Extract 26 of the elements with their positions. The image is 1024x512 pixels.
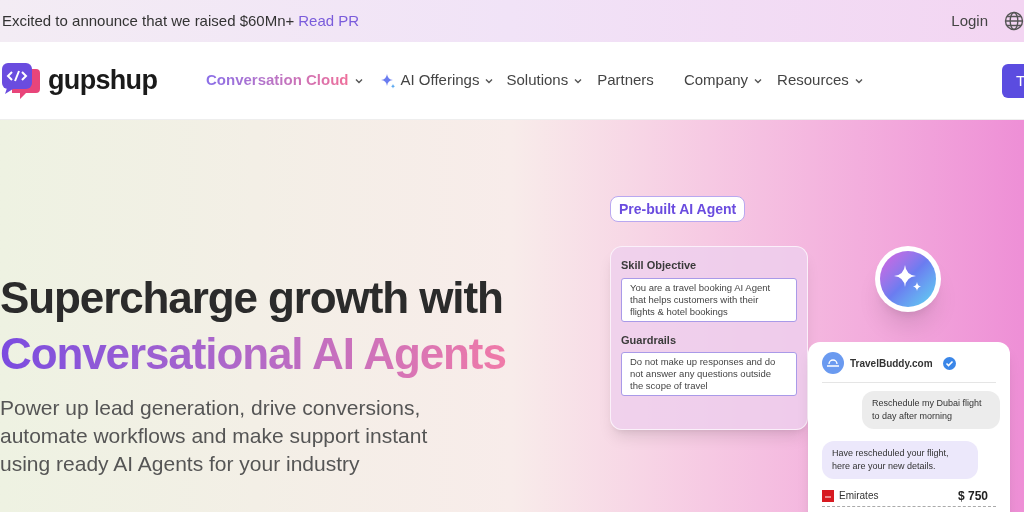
nav-item[interactable]: Resources: [777, 69, 864, 92]
agent-badge: Pre-built AI Agent: [610, 196, 746, 222]
avatar-icon: [822, 352, 844, 374]
nav-item[interactable]: Solutions: [506, 69, 584, 92]
nav-item[interactable]: AI Offerings: [379, 69, 495, 92]
logo-text[interactable]: gupshup: [48, 60, 158, 101]
hero-subtitle: Power up lead generation, drive conversions, automate workflows and make support instant using ready AI Agents for your industry: [0, 395, 429, 477]
airline-name: Emirates: [839, 489, 879, 503]
read-pr-link[interactable]: Read PR: [298, 9, 360, 33]
login-link[interactable]: Login: [951, 9, 988, 33]
flight-price: $ 750: [957, 487, 988, 505]
chat-name: TravelBuddy.com: [850, 356, 933, 371]
prompt-text-box: You are a travel booking AI Agent that helps customers with their flights & hotel bookings: [621, 277, 797, 322]
received-message-bubble: Have rescheduled your flight, here are your new details.: [822, 441, 978, 479]
sparkle-orb-icon: [875, 246, 941, 312]
globe-icon[interactable]: [1004, 11, 1024, 31]
nav-item[interactable]: Company: [683, 69, 764, 92]
section-title: Skill Objective: [621, 258, 698, 273]
announcement-text: Excited to announce that we raised $60Mn+: [2, 10, 295, 31]
logo-icon[interactable]: [2, 62, 40, 99]
sent-message-bubble: Reschedule my Dubai flight to day after morning: [862, 391, 1000, 429]
cta-button[interactable]: T: [1002, 64, 1024, 98]
prompt-text-box: Do not make up responses and do not answer any questions outside the scope of travel: [621, 352, 797, 396]
nav-item[interactable]: Partners: [597, 69, 654, 92]
hero-headline: Supercharge growth with: [0, 272, 504, 324]
section-title: Guardrails: [621, 332, 678, 348]
